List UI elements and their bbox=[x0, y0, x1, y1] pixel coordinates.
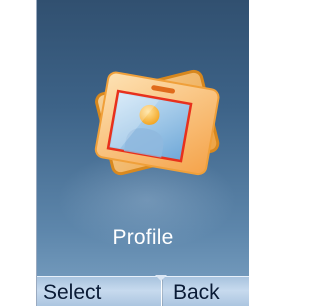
softkey-divider bbox=[161, 277, 162, 306]
profile-card-graphic bbox=[94, 69, 220, 176]
softkey-bar: Select Back bbox=[37, 275, 249, 306]
divider-notch-icon bbox=[155, 275, 167, 281]
profile-card-icon bbox=[85, 52, 225, 192]
phone-screen: Profile Select Back bbox=[36, 0, 249, 306]
menu-item-title: Profile bbox=[112, 226, 174, 249]
back-softkey[interactable]: Back bbox=[173, 277, 220, 306]
select-softkey[interactable]: Select bbox=[43, 277, 101, 306]
